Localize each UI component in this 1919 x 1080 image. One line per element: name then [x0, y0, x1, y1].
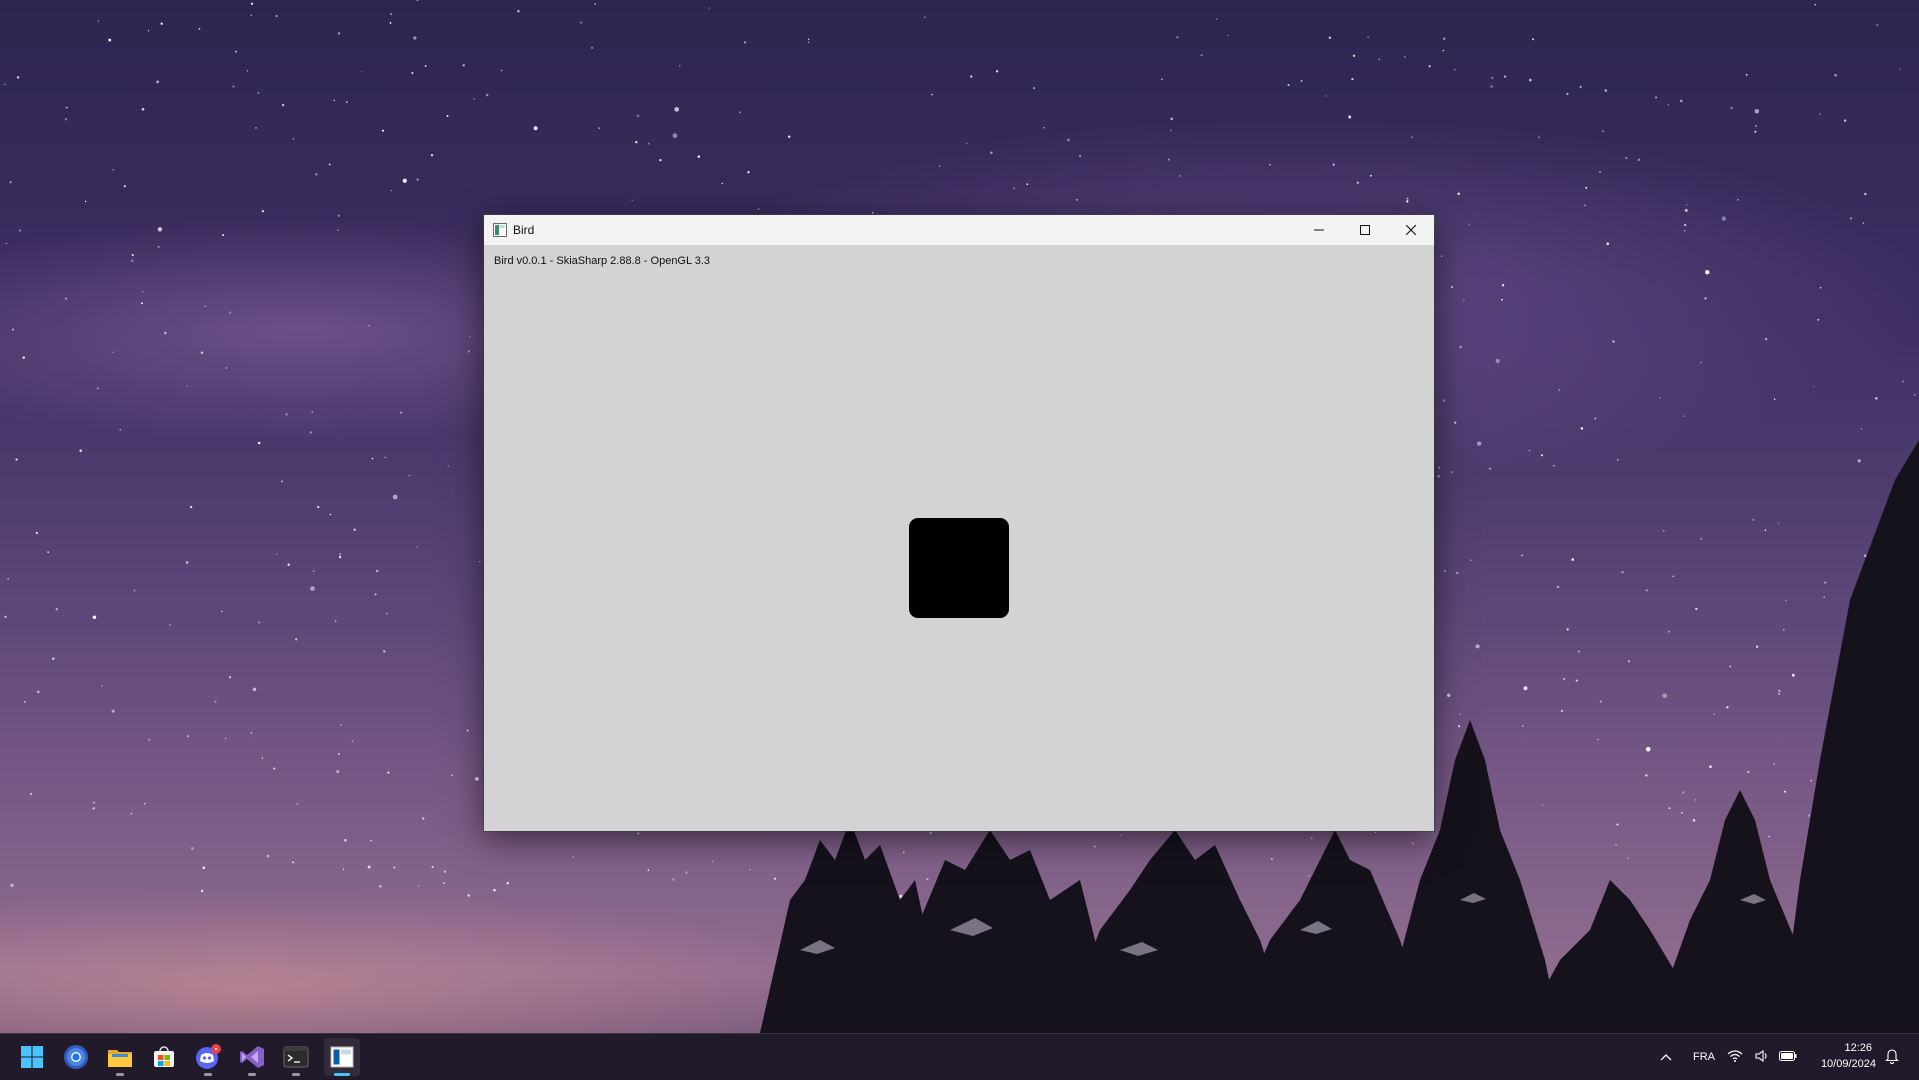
- start-button[interactable]: [16, 1041, 48, 1073]
- terminal-icon: [283, 1046, 309, 1068]
- show-hidden-icons-button[interactable]: [1650, 1041, 1682, 1073]
- running-indicator: [248, 1073, 256, 1076]
- maximize-button[interactable]: [1342, 215, 1388, 245]
- bird-square: [909, 518, 1009, 618]
- desktop: Bird Bird v0.0.1 - SkiaSharp 2.88.8 - Op…: [0, 0, 1919, 1079]
- taskbar-terminal[interactable]: [280, 1041, 312, 1076]
- language-indicator[interactable]: FRA: [1693, 1051, 1715, 1063]
- visual-studio-icon: [240, 1046, 264, 1068]
- minimize-icon: [1314, 229, 1324, 231]
- taskbar-file-explorer[interactable]: [104, 1041, 136, 1076]
- close-button[interactable]: [1388, 215, 1434, 245]
- volume-status[interactable]: [1753, 1040, 1771, 1072]
- taskbar-bird-app[interactable]: [326, 1041, 358, 1076]
- discord-icon: •: [196, 1044, 221, 1069]
- folder-icon: [108, 1050, 132, 1067]
- render-canvas[interactable]: Bird v0.0.1 - SkiaSharp 2.88.8 - OpenGL …: [484, 245, 1434, 831]
- taskbar-microsoft-store[interactable]: [148, 1041, 180, 1073]
- running-indicator: [292, 1073, 300, 1076]
- app-window-icon: [493, 223, 507, 237]
- running-indicator: [116, 1073, 124, 1076]
- version-info-text: Bird v0.0.1 - SkiaSharp 2.88.8 - OpenGL …: [494, 255, 711, 267]
- battery-icon: [1779, 1051, 1797, 1061]
- windows-logo-icon: [21, 1046, 43, 1068]
- bell-icon: [1885, 1049, 1899, 1064]
- active-indicator: [334, 1073, 350, 1076]
- window-title: Bird: [513, 223, 535, 237]
- minimize-button[interactable]: [1296, 215, 1342, 245]
- taskbar-chrome[interactable]: [60, 1041, 92, 1073]
- chrome-icon: [64, 1045, 88, 1069]
- clock-time[interactable]: 12:26: [1812, 1042, 1872, 1054]
- clock-date[interactable]: 10/09/2024: [1812, 1058, 1876, 1070]
- taskbar: •: [0, 1033, 1919, 1080]
- running-indicator: [204, 1073, 212, 1076]
- window-titlebar[interactable]: Bird: [484, 215, 1434, 245]
- battery-status[interactable]: [1777, 1040, 1799, 1072]
- notifications-button[interactable]: [1880, 1040, 1904, 1072]
- taskbar-discord[interactable]: •: [192, 1041, 224, 1076]
- bird-window[interactable]: Bird Bird v0.0.1 - SkiaSharp 2.88.8 - Op…: [484, 215, 1434, 831]
- svg-text:•: •: [214, 1046, 218, 1054]
- speaker-icon: [1755, 1049, 1767, 1063]
- maximize-icon: [1360, 225, 1370, 235]
- app-window-icon: [330, 1046, 354, 1068]
- wifi-status[interactable]: [1725, 1040, 1745, 1072]
- store-icon: [154, 1046, 174, 1067]
- chevron-up-icon: [1660, 1054, 1672, 1061]
- wifi-icon: [1727, 1050, 1743, 1062]
- taskbar-visual-studio[interactable]: [236, 1041, 268, 1076]
- close-icon: [1406, 225, 1416, 235]
